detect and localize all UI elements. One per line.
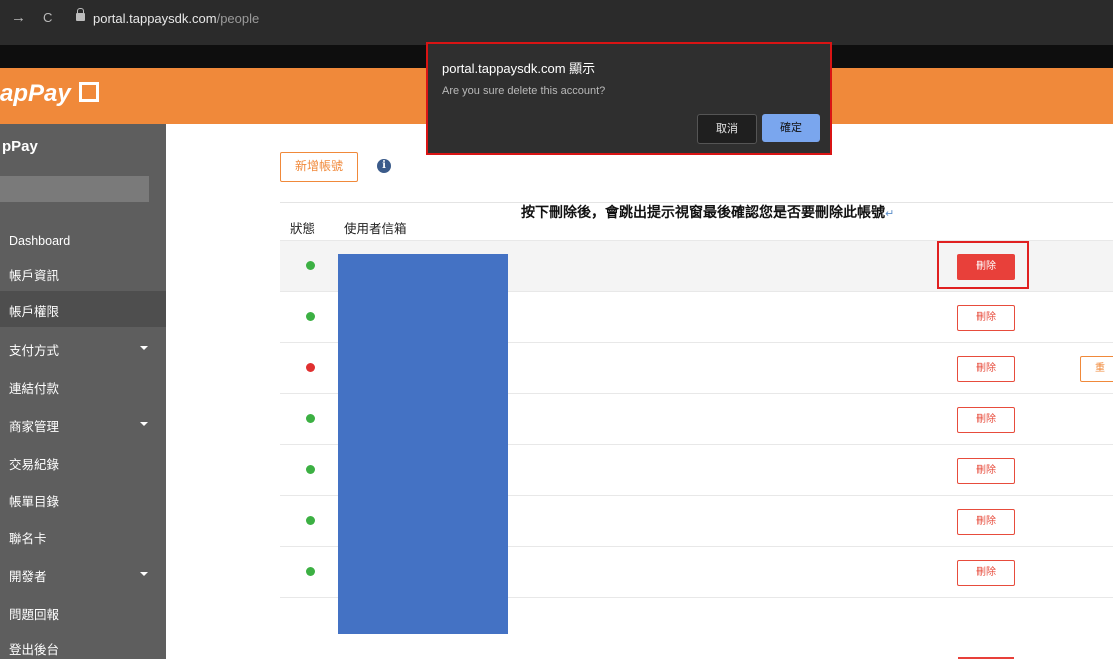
sidebar-item-payment-links[interactable]: 連結付款 <box>0 368 166 404</box>
dialog-ok-button[interactable]: 確定 <box>762 114 820 142</box>
redacted-email-block <box>338 254 508 634</box>
sidebar-brand: pPay <box>2 138 38 155</box>
delete-button[interactable]: 刪除 <box>957 509 1015 535</box>
sidebar-item-payment-methods[interactable]: 支付方式 <box>0 330 166 366</box>
sidebar: pPay Dashboard 帳戶資訊 帳戶權限 支付方式 連結付款 商家管理 … <box>0 124 166 659</box>
delete-button[interactable]: 刪除 <box>957 356 1015 382</box>
return-mark: ↵ <box>885 208 895 220</box>
sidebar-item-label: 連結付款 <box>9 382 60 396</box>
status-dot-active <box>306 516 315 525</box>
sidebar-item-billing[interactable]: 帳單目錄 <box>0 481 166 517</box>
column-header-email: 使用者信箱 <box>344 222 407 236</box>
main-content: 新增帳號 i 狀態 使用者信箱 按下刪除後，會跳出提示視窗最後確認您是否要刪除此… <box>166 124 1113 659</box>
sidebar-item-developer[interactable]: 開發者 <box>0 556 166 592</box>
delete-highlight-box <box>937 241 1029 289</box>
sidebar-item-label: Dashboard <box>9 234 71 248</box>
status-dot-active <box>306 414 315 423</box>
sidebar-item-logout[interactable]: 登出後台 <box>0 629 166 665</box>
chevron-down-icon <box>140 422 148 426</box>
chevron-down-icon <box>140 346 148 350</box>
address-bar[interactable]: portal.tappaysdk.com/people <box>93 11 259 26</box>
sidebar-item-label: 聯名卡 <box>9 532 47 546</box>
sidebar-item-account-permissions[interactable]: 帳戶權限 <box>0 291 166 327</box>
sidebar-search-input[interactable] <box>0 176 149 202</box>
sidebar-item-label: 商家管理 <box>9 420 60 434</box>
delete-button[interactable]: 刪除 <box>957 407 1015 433</box>
sidebar-item-label: 問題回報 <box>9 608 60 622</box>
forward-icon[interactable]: → <box>11 9 26 27</box>
sidebar-item-label: 交易紀錄 <box>9 458 60 472</box>
url-path: /people <box>216 11 260 26</box>
app-logo[interactable]: apPay <box>0 80 99 108</box>
sidebar-item-transactions[interactable]: 交易紀錄 <box>0 444 166 480</box>
delete-button[interactable]: 刪除 <box>957 560 1015 586</box>
sidebar-item-label: 開發者 <box>9 570 47 584</box>
status-dot-inactive <box>306 363 315 372</box>
sidebar-item-label: 帳戶權限 <box>9 305 60 319</box>
sidebar-item-report-issue[interactable]: 問題回報 <box>0 594 166 630</box>
url-host: portal.tappaysdk.com <box>93 11 217 26</box>
status-dot-active <box>306 312 315 321</box>
sidebar-item-merchant-management[interactable]: 商家管理 <box>0 406 166 442</box>
dialog-title: portal.tappaysdk.com 顯示 <box>442 61 596 76</box>
status-dot-active <box>306 261 315 270</box>
column-header-status: 狀態 <box>290 222 316 236</box>
status-dot-active <box>306 567 315 576</box>
chevron-down-icon <box>140 572 148 576</box>
sidebar-item-label: 帳單目錄 <box>9 495 60 509</box>
reload-icon[interactable]: C <box>43 9 52 27</box>
delete-button[interactable]: 刪除 <box>957 458 1015 484</box>
lock-icon <box>76 8 85 21</box>
add-account-button[interactable]: 新增帳號 <box>280 152 359 182</box>
annotation-text: 按下刪除後，會跳出提示視窗最後確認您是否要刪除此帳號↵ <box>521 204 895 220</box>
dialog-message: Are you sure delete this account? <box>442 85 606 97</box>
status-dot-active <box>306 465 315 474</box>
sidebar-item-co-brand-card[interactable]: 聯名卡 <box>0 518 166 554</box>
logo-mark-icon <box>78 82 99 102</box>
sidebar-item-label: 支付方式 <box>9 344 60 358</box>
browser-toolbar: → C portal.tappaysdk.com/people <box>0 0 1113 45</box>
delete-button[interactable]: 刪除 <box>957 305 1015 331</box>
logo-text: apPay <box>0 80 71 107</box>
sidebar-item-label: 帳戶資訊 <box>9 269 60 283</box>
sidebar-item-account-info[interactable]: 帳戶資訊 <box>0 255 166 291</box>
confirm-dialog: portal.tappaysdk.com 顯示 Are you sure del… <box>426 42 832 155</box>
dialog-cancel-button[interactable]: 取消 <box>697 114 757 144</box>
reset-button[interactable]: 重 <box>1080 356 1113 382</box>
sidebar-item-label: 登出後台 <box>9 643 60 657</box>
info-icon[interactable]: i <box>377 159 391 173</box>
